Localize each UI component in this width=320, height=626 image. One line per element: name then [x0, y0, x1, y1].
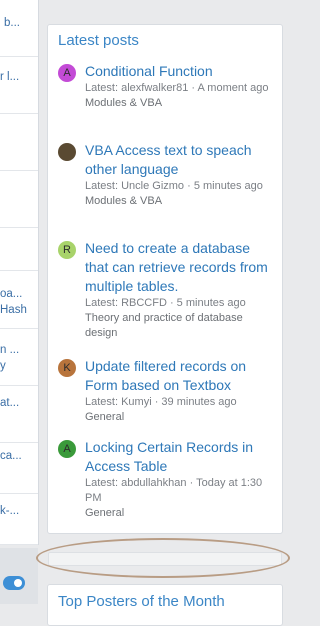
post-forum[interactable]: Modules & VBA: [85, 194, 273, 209]
thread-row[interactable]: r l...: [0, 57, 38, 114]
post-meta: Latest: Kumyi · 39 minutes ago: [85, 396, 237, 408]
thread-row[interactable]: [0, 114, 38, 171]
widget-title[interactable]: Latest posts: [58, 32, 139, 49]
thread-row[interactable]: ca...: [0, 443, 38, 494]
thread-row-fragment[interactable]: oa...: [0, 287, 22, 301]
post-title[interactable]: VBA Access text to speach other language: [85, 141, 273, 179]
thread-row-fragment[interactable]: n ...: [0, 343, 19, 357]
thread-row-fragment[interactable]: b...: [4, 16, 20, 30]
thread-row-fragment[interactable]: ca...: [0, 449, 22, 463]
post-forum[interactable]: General: [85, 410, 273, 425]
thread-row-fragment[interactable]: r l...: [0, 70, 19, 84]
latest-posts-widget: Latest posts A Conditional Function Late…: [47, 24, 283, 534]
thread-row[interactable]: [0, 228, 38, 271]
post-forum[interactable]: General: [85, 506, 273, 521]
left-content-column: b... r l... oa... Hash n ... y at... ca.…: [0, 0, 39, 545]
widget-title[interactable]: Top Posters of the Month: [58, 593, 225, 610]
thread-row[interactable]: b...: [0, 0, 38, 57]
highlight-annotation: [36, 538, 290, 578]
avatar[interactable]: A: [58, 64, 76, 82]
thread-row-fragment[interactable]: Hash: [0, 303, 27, 317]
avatar[interactable]: [58, 143, 76, 161]
post-meta: Latest: RBCCFD · 5 minutes ago: [85, 297, 246, 309]
post-title[interactable]: Locking Certain Records in Access Table: [85, 438, 273, 476]
thread-row-fragment[interactable]: k-...: [0, 504, 19, 518]
thread-row[interactable]: at...: [0, 386, 38, 443]
thread-row[interactable]: n ... y: [0, 329, 38, 386]
toggle-switch[interactable]: [3, 576, 25, 590]
thread-row-fragment[interactable]: y: [0, 359, 6, 373]
post-forum[interactable]: Theory and practice of database design: [85, 311, 273, 341]
avatar[interactable]: K: [58, 359, 76, 377]
post-meta: Latest: Uncle Gizmo · 5 minutes ago: [85, 180, 263, 192]
thread-row[interactable]: [0, 171, 38, 228]
thread-row[interactable]: k-...: [0, 494, 38, 545]
thread-row-fragment[interactable]: at...: [0, 396, 19, 410]
post-title[interactable]: Conditional Function: [85, 62, 273, 81]
avatar[interactable]: A: [58, 440, 76, 458]
avatar[interactable]: R: [58, 241, 76, 259]
top-posters-widget: Top Posters of the Month: [47, 584, 283, 626]
post-title[interactable]: Update filtered records on Form based on…: [85, 357, 273, 395]
thread-row[interactable]: oa... Hash: [0, 271, 38, 329]
post-meta: Latest: alexfwalker81 · A moment ago: [85, 82, 269, 94]
post-meta: Latest: abdullahkhan · Today at 1:30 PM: [85, 477, 263, 504]
post-title[interactable]: Need to create a database that can retri…: [85, 239, 273, 296]
post-forum[interactable]: Modules & VBA: [85, 96, 273, 111]
